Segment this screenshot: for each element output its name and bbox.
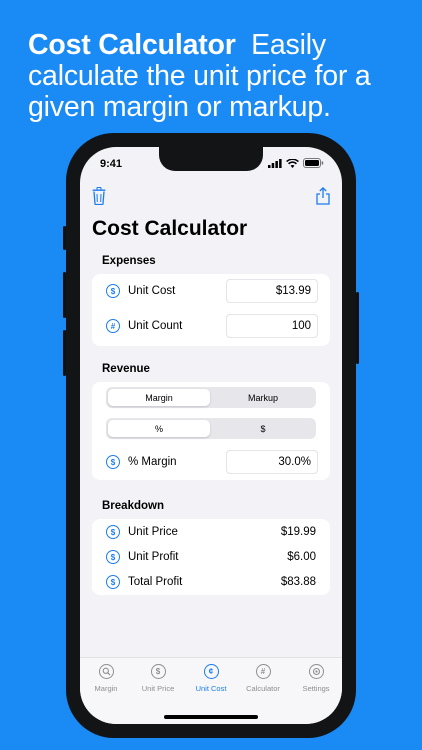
unit-count-label: Unit Count [128, 320, 183, 332]
trash-button[interactable] [92, 186, 106, 210]
unit-profit-row: $ Unit Profit $6.00 [92, 545, 330, 569]
hash-icon: # [106, 319, 120, 333]
expenses-label: Expenses [102, 255, 156, 267]
cent-icon: ¢ [203, 664, 219, 679]
unit-count-row: # Unit Count 100 [92, 314, 330, 338]
tab-settings[interactable]: Settings [290, 664, 342, 693]
tab-margin[interactable]: Margin [80, 664, 132, 693]
share-icon [316, 186, 330, 205]
tab-margin-label: Margin [94, 684, 118, 693]
expenses-card: $ Unit Cost $13.99 # Unit Count 100 [92, 274, 330, 346]
unit-cost-row: $ Unit Cost $13.99 [92, 279, 330, 303]
margin-input[interactable]: 30.0% [226, 450, 318, 474]
breakdown-label: Breakdown [102, 500, 164, 512]
tab-unit-cost[interactable]: ¢ Unit Cost [185, 664, 237, 693]
phone-screen: 9:41 Cost Calculator Expenses $ Unit Cos… [80, 147, 342, 724]
unit-profit-label: Unit Profit [128, 551, 179, 563]
page-title: Cost Calculator [92, 217, 248, 240]
unit-cost-label: Unit Cost [128, 285, 176, 297]
mute-switch [63, 226, 66, 250]
tab-calculator[interactable]: # Calculator [237, 664, 289, 693]
dollar-icon: $ [106, 525, 120, 539]
wifi-icon [286, 158, 299, 168]
volume-down-button [63, 330, 66, 376]
dollar-icon: $ [106, 284, 120, 298]
power-button [356, 292, 359, 364]
unit-price-label: Unit Price [128, 526, 178, 538]
segment-percent[interactable]: % [108, 420, 210, 437]
unit-price-value: $19.99 [280, 526, 316, 538]
headline-bold: Cost Calculator [28, 29, 236, 61]
margin-markup-segment: Margin Markup [106, 387, 316, 408]
unit-profit-value: $6.00 [287, 551, 316, 563]
nav-bar [80, 186, 342, 210]
tab-unit-cost-label: Unit Cost [195, 684, 227, 693]
dollar-icon: $ [150, 664, 166, 679]
hash-icon: # [255, 664, 271, 679]
percent-dollar-segment: % $ [106, 418, 316, 439]
tab-settings-label: Settings [302, 684, 330, 693]
gear-icon [308, 664, 324, 679]
breakdown-card: $ Unit Price $19.99 $ Unit Profit $6.00 … [92, 519, 330, 595]
unit-price-row: $ Unit Price $19.99 [92, 520, 330, 544]
dollar-icon: $ [106, 455, 120, 469]
status-time: 9:41 [100, 158, 123, 170]
segment-margin[interactable]: Margin [108, 389, 210, 406]
segment-dollar[interactable]: $ [212, 420, 314, 437]
tab-bar: Margin $ Unit Price ¢ Unit Cost # Calcul… [80, 657, 342, 724]
revenue-label: Revenue [102, 363, 150, 375]
volume-up-button [63, 272, 66, 318]
segment-markup[interactable]: Markup [212, 389, 314, 406]
revenue-card: Margin Markup % $ $ % Margin 30.0% [92, 382, 330, 480]
signal-icon [268, 158, 282, 168]
notch [159, 147, 263, 171]
unit-count-input[interactable]: 100 [226, 314, 318, 338]
marketing-headline: Cost Calculator Easily calculate the uni… [28, 30, 408, 123]
tab-unit-price-label: Unit Price [141, 684, 175, 693]
status-icons [268, 158, 324, 168]
total-profit-label: Total Profit [128, 576, 183, 588]
unit-cost-input[interactable]: $13.99 [226, 279, 318, 303]
dollar-icon: $ [106, 575, 120, 589]
total-profit-row: $ Total Profit $83.88 [92, 570, 330, 594]
margin-row: $ % Margin 30.0% [92, 450, 330, 474]
margin-label: % Margin [128, 456, 177, 468]
dollar-icon: $ [106, 550, 120, 564]
battery-icon [303, 158, 324, 168]
tab-calculator-label: Calculator [246, 684, 280, 693]
home-indicator [164, 715, 258, 719]
magnifier-icon [98, 664, 114, 679]
total-profit-value: $83.88 [280, 576, 316, 588]
tab-unit-price[interactable]: $ Unit Price [132, 664, 184, 693]
share-button[interactable] [316, 186, 330, 210]
trash-icon [92, 186, 106, 206]
